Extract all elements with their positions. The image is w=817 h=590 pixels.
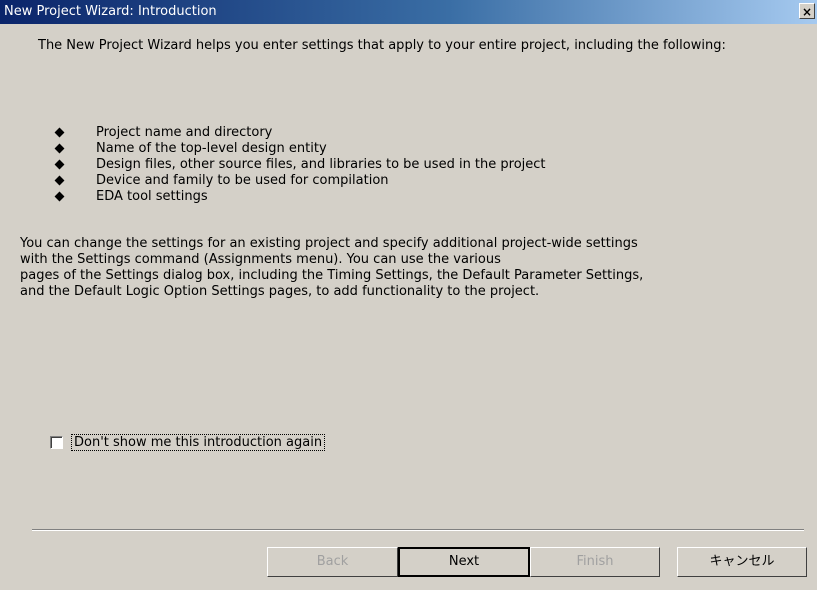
back-button[interactable]: Back (267, 547, 398, 577)
list-item-label: Device and family to be used for compila… (96, 173, 389, 188)
close-icon[interactable]: × (799, 3, 815, 19)
list-item: EDA tool settings (54, 189, 546, 205)
title-bar[interactable]: New Project Wizard: Introduction × (0, 0, 817, 24)
diamond-bullet-icon (54, 191, 65, 202)
list-item-label: Name of the top-level design entity (96, 141, 327, 156)
cancel-button[interactable]: キャンセル (677, 547, 807, 577)
next-button[interactable]: Next (398, 547, 530, 577)
window-title: New Project Wizard: Introduction (4, 4, 217, 19)
new-project-wizard-dialog: New Project Wizard: Introduction × The N… (0, 0, 817, 590)
finish-button[interactable]: Finish (530, 547, 660, 577)
description-text: You can change the settings for an exist… (20, 236, 810, 300)
dont-show-again-row[interactable]: Don't show me this introduction again (50, 434, 326, 451)
dont-show-again-checkbox[interactable] (50, 436, 63, 449)
list-item: Device and family to be used for compila… (54, 173, 546, 189)
diamond-bullet-icon (54, 159, 65, 170)
dont-show-again-label[interactable]: Don't show me this introduction again (71, 434, 326, 451)
list-item-label: Design files, other source files, and li… (96, 157, 546, 172)
diamond-bullet-icon (54, 175, 65, 186)
description-line: pages of the Settings dialog box, includ… (20, 268, 644, 283)
diamond-bullet-icon (54, 143, 65, 154)
description-line: You can change the settings for an exist… (20, 236, 638, 251)
list-item-label: EDA tool settings (96, 189, 208, 204)
intro-text: The New Project Wizard helps you enter s… (38, 38, 726, 53)
list-item: Project name and directory (54, 125, 546, 141)
description-line: and the Default Logic Option Settings pa… (20, 284, 540, 299)
settings-list: Project name and directory Name of the t… (54, 125, 546, 205)
list-item: Design files, other source files, and li… (54, 157, 546, 173)
description-line: with the Settings command (Assignments m… (20, 252, 501, 267)
diamond-bullet-icon (54, 127, 65, 138)
list-item-label: Project name and directory (96, 125, 273, 140)
list-item: Name of the top-level design entity (54, 141, 546, 157)
button-separator (32, 529, 804, 531)
